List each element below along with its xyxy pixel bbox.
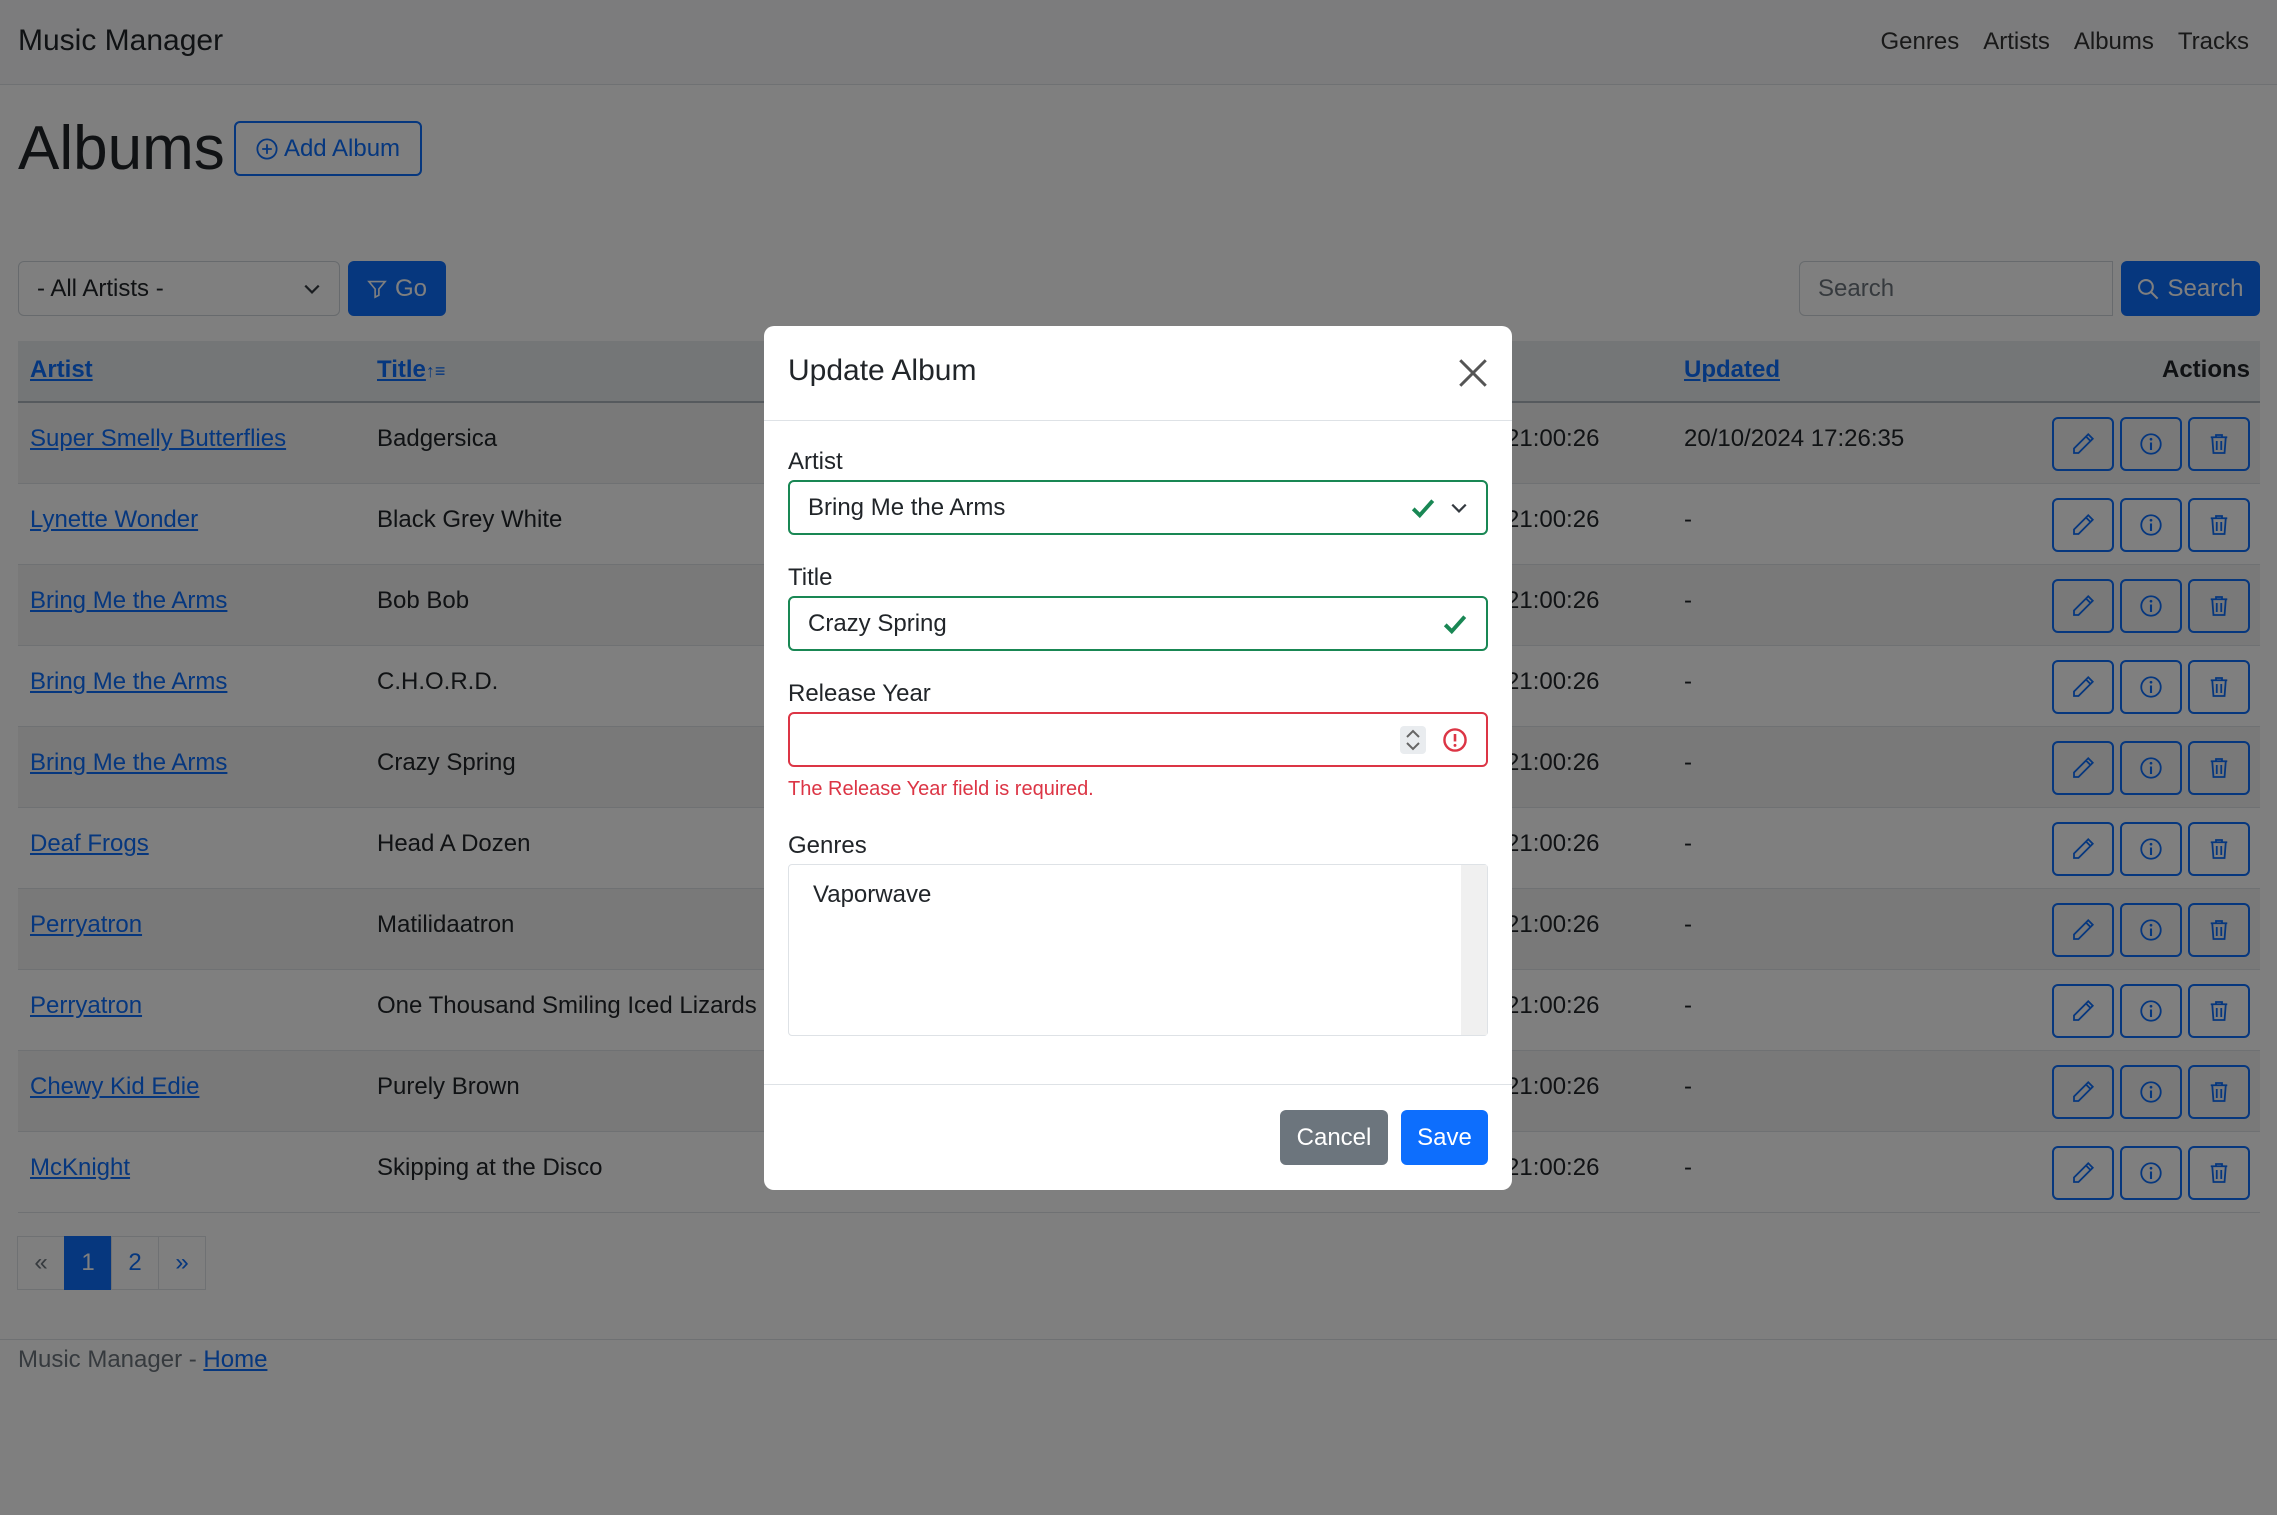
artist-select[interactable]: Bring Me the Arms xyxy=(788,480,1488,535)
modal-title: Update Album xyxy=(788,354,977,387)
genres-scrollbar[interactable] xyxy=(1461,865,1487,1035)
genres-listbox[interactable]: Vaporwave xyxy=(788,864,1488,1036)
cancel-button[interactable]: Cancel xyxy=(1280,1110,1388,1165)
title-input[interactable]: Crazy Spring xyxy=(788,596,1488,651)
artist-select-value: Bring Me the Arms xyxy=(808,493,1006,521)
check-icon xyxy=(1411,498,1435,518)
modal-footer-divider xyxy=(764,1084,1512,1085)
title-label: Title xyxy=(788,564,833,591)
save-button[interactable]: Save xyxy=(1401,1110,1488,1165)
release-year-input[interactable] xyxy=(788,712,1488,767)
release-year-label: Release Year xyxy=(788,680,931,707)
artist-label: Artist xyxy=(788,448,843,475)
update-album-modal: Update Album Artist Bring Me the Arms Ti… xyxy=(764,326,1512,1190)
error-icon xyxy=(1443,727,1467,752)
genre-option[interactable]: Vaporwave xyxy=(813,881,931,909)
chevron-down-icon xyxy=(1451,503,1467,513)
close-icon[interactable] xyxy=(1456,356,1490,390)
check-icon xyxy=(1443,614,1467,634)
number-spinner-icon[interactable] xyxy=(1400,725,1426,754)
modal-header: Update Album xyxy=(764,326,1512,421)
title-input-value: Crazy Spring xyxy=(808,609,947,637)
genres-label: Genres xyxy=(788,832,867,859)
release-year-error: The Release Year field is required. xyxy=(788,778,1094,800)
